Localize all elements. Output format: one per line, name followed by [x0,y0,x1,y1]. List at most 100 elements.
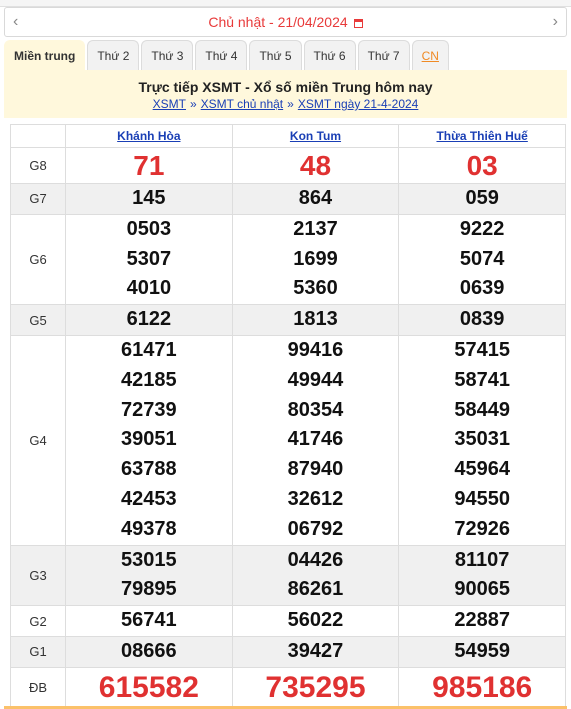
result-cell: 39427 [231,635,400,668]
result-number: 04426 [287,548,344,571]
result-number: 1699 [293,247,338,270]
province-link[interactable]: Khánh Hòa [117,129,180,143]
result-number: 71 [133,150,165,181]
result-cell: 6122 [65,304,233,336]
tab-thu-4[interactable]: Thứ 4 [195,40,248,70]
province-header[interactable]: Khánh Hòa [65,124,233,148]
prize-column-header [10,124,66,148]
result-number: 0503 [126,217,172,240]
result-number: 1813 [293,308,338,331]
prize-row: G7 145 864 059 [10,183,566,215]
result-number: 81107 [454,548,510,571]
results-header: Trực tiếp XSMT - Xổ số miền Trung hôm na… [4,70,567,118]
result-number: 4010 [126,277,172,300]
result-cell: 54959 [398,635,566,668]
page-title: Trực tiếp XSMT - Xổ số miền Trung hôm na… [138,79,433,95]
result-cell: 1813 [231,304,400,336]
province-header[interactable]: Thừa Thiên Huế [398,124,566,148]
prize-label: G8 [10,147,66,184]
prize-row: G4 61471 42185 72739 39051 63788 42453 49378 994… [10,334,566,546]
result-number: 39427 [287,639,344,662]
result-cell: 735295 [231,666,400,709]
result-number: 615582 [98,670,199,704]
result-number: 864 [298,187,333,209]
result-cell: 0839 [398,304,566,336]
result-number: 08666 [121,639,177,662]
result-number: 72739 [121,398,177,421]
result-number: 87940 [287,458,344,481]
province-link[interactable]: Thừa Thiên Huế [436,129,527,143]
result-number: 94550 [454,487,510,510]
tab-thu-2[interactable]: Thứ 2 [87,40,140,70]
breadcrumb-separator: » [287,97,294,111]
prize-row: G3 53015 79895 04426 86261 81107 90065 [10,544,566,607]
tab-mien-trung[interactable]: Miền trung [4,40,86,70]
tab-cn[interactable]: CN [411,40,449,70]
prize-label: G6 [10,213,66,306]
result-number: 56741 [121,609,177,632]
result-cell: 059 [398,183,566,215]
date-display[interactable]: Chủ nhật - 21/04/2024 [5,14,566,30]
result-number: 48 [299,150,332,181]
result-number: 22887 [454,609,510,632]
result-cell: 61471 42185 72739 39051 63788 42453 49378 [65,334,233,546]
result-number: 9222 [459,217,505,240]
result-number: 61471 [121,338,177,361]
tab-thu-3[interactable]: Thứ 3 [141,40,194,70]
breadcrumb-xsmt-chu-nhat[interactable]: XSMT chủ nhật [201,97,284,111]
result-cell: 81107 90065 [398,544,566,607]
prize-row: G5 6122 1813 0839 [10,304,566,336]
result-number: 5307 [126,247,172,270]
result-number: 39051 [121,428,177,451]
province-header-row: Khánh Hòa Kon Tum Thừa Thiên Huế [10,124,566,148]
prize-label: G4 [10,334,66,546]
result-number: 32612 [287,487,344,510]
prize-label: G1 [10,635,66,668]
chevron-right-icon[interactable]: › [553,13,558,31]
result-number: 54959 [454,639,510,662]
result-cell: 99416 49944 80354 41746 87940 32612 06792 [231,334,400,546]
result-number: 985186 [432,670,533,704]
result-cell: 71 [65,147,233,184]
result-number: 58741 [454,368,510,391]
result-number: 72926 [454,517,510,540]
prize-row: G8 71 48 03 [10,147,566,184]
result-number: 57415 [454,338,510,361]
result-number: 059 [465,187,499,209]
result-number: 45964 [454,458,510,481]
result-number: 49378 [121,517,177,540]
province-link[interactable]: Kon Tum [290,129,341,143]
prize-label: G2 [10,605,66,637]
result-number: 735295 [265,670,366,704]
result-number: 90065 [454,578,510,601]
result-number: 03 [466,150,498,181]
calendar-icon[interactable] [353,19,363,28]
result-cell: 0503 5307 4010 [65,213,233,306]
result-number: 58449 [454,398,510,421]
prize-label: G3 [10,544,66,607]
result-number: 79895 [121,578,177,601]
province-header[interactable]: Kon Tum [231,124,400,148]
date-label: Chủ nhật - 21/04/2024 [208,14,348,30]
results-table: Khánh Hòa Kon Tum Thừa Thiên Huế G8 71 48 0… [10,124,566,709]
tab-thu-6[interactable]: Thứ 6 [303,40,356,70]
result-cell: 864 [231,183,400,215]
tab-thu-5[interactable]: Thứ 5 [249,40,302,70]
breadcrumb-xsmt-date[interactable]: XSMT ngày 21-4-2024 [298,97,419,111]
result-number: 06792 [287,517,344,540]
result-cell: 03 [398,147,566,184]
result-cell: 04426 86261 [231,544,400,607]
result-cell: 56741 [65,605,233,637]
breadcrumb-separator: » [189,97,197,111]
prize-row: G2 56741 56022 22887 [10,605,566,637]
prize-label: G5 [10,304,66,336]
breadcrumb-xsmt[interactable]: XSMT [153,97,186,111]
date-selector[interactable]: ‹ Chủ nhật - 21/04/2024 › [4,7,567,37]
tab-thu-7[interactable]: Thứ 7 [357,40,410,70]
result-number: 5360 [293,277,338,300]
result-cell: 615582 [65,666,233,709]
result-number: 63788 [121,458,177,481]
result-cell: 53015 79895 [65,544,233,607]
day-tabs: Miền trung Thứ 2 Thứ 3 Thứ 4 Thứ 5 Thứ 6… [4,40,451,70]
result-number: 41746 [287,428,344,451]
